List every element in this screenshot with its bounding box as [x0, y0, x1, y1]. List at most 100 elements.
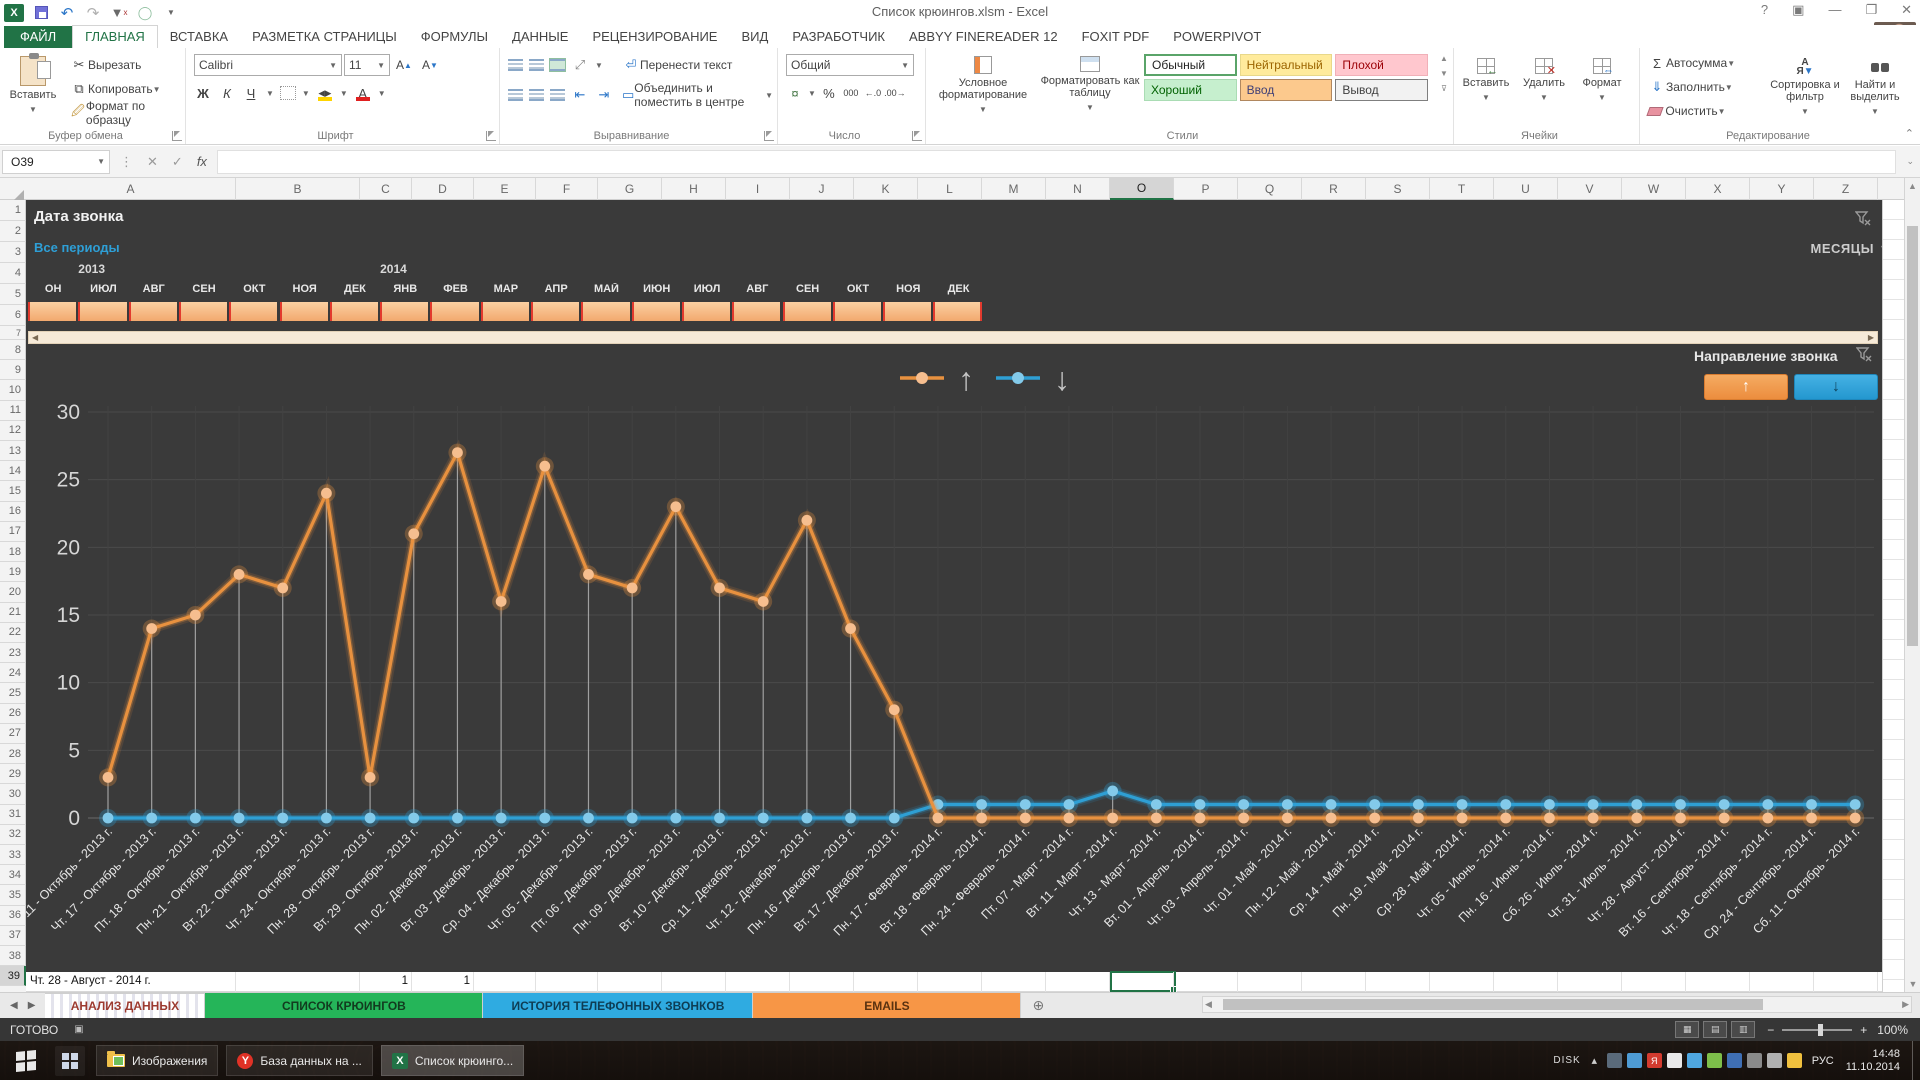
row-header-30[interactable]: 30	[0, 784, 26, 804]
zoom-slider[interactable]	[1782, 1029, 1852, 1031]
page-break-view-icon[interactable]: ▥	[1731, 1021, 1755, 1038]
cell-style-обычный[interactable]: Обычный	[1144, 54, 1237, 76]
row-header-34[interactable]: 34	[0, 865, 26, 885]
timeline-month-selected-bar[interactable]	[481, 302, 529, 321]
autosum-button[interactable]: ΣАвтосумма ▼	[1644, 52, 1739, 74]
grow-font-button[interactable]: А▲	[392, 54, 416, 76]
selected-cell-o39[interactable]	[1110, 971, 1176, 992]
row-header-29[interactable]: 29	[0, 764, 26, 784]
gallery-more-icon[interactable]: ⊽	[1441, 84, 1447, 93]
timeline-month-selected-bar[interactable]	[380, 302, 428, 321]
tray-yandex-icon[interactable]: Я	[1647, 1053, 1662, 1068]
timeline-scroll-right-icon[interactable]: ▶	[1868, 333, 1874, 342]
column-header-i[interactable]: I	[726, 178, 790, 200]
close-icon[interactable]: ✕	[1901, 2, 1912, 18]
timeline-month-selected-bar[interactable]	[531, 302, 579, 321]
row-header-28[interactable]: 28	[0, 744, 26, 764]
row-header-4[interactable]: 4	[0, 263, 26, 284]
row-header-19[interactable]: 19	[0, 562, 26, 582]
tray-orange-icon[interactable]	[1787, 1053, 1802, 1068]
column-header-w[interactable]: W	[1622, 178, 1686, 200]
format-as-table-button[interactable]: Форматировать как таблицу▼	[1040, 50, 1140, 114]
tray-browser-icon[interactable]	[1687, 1053, 1702, 1068]
ribbon-tab-разметка-страницы[interactable]: РАЗМЕТКА СТРАНИЦЫ	[240, 26, 409, 48]
row-header-8[interactable]: 8	[0, 340, 26, 360]
new-sheet-icon[interactable]: ⊕	[1021, 993, 1055, 1018]
tray-flag-icon[interactable]	[1727, 1053, 1742, 1068]
comma-style-button[interactable]: 000	[842, 84, 860, 102]
vertical-scroll-thumb[interactable]	[1907, 226, 1918, 646]
page-layout-view-icon[interactable]: ▤	[1703, 1021, 1727, 1038]
column-header-r[interactable]: R	[1302, 178, 1366, 200]
clipboard-dialog-launcher[interactable]	[172, 131, 182, 141]
row-header-25[interactable]: 25	[0, 683, 26, 703]
ribbon-tab-вид[interactable]: ВИД	[729, 26, 780, 48]
row-header-31[interactable]: 31	[0, 805, 26, 825]
confirm-entry-icon[interactable]: ✓	[172, 154, 183, 170]
column-header-g[interactable]: G	[598, 178, 662, 200]
column-header-l[interactable]: L	[918, 178, 982, 200]
timeline-month-selected-bar[interactable]	[430, 302, 478, 321]
cell-style-плохой[interactable]: Плохой	[1335, 54, 1428, 76]
row-header-11[interactable]: 11	[0, 401, 26, 421]
column-header-f[interactable]: F	[536, 178, 598, 200]
align-center-icon[interactable]	[529, 89, 544, 101]
macro-record-icon[interactable]: ▣	[74, 1024, 83, 1035]
timeline-clear-filter-icon[interactable]	[1855, 210, 1871, 229]
ribbon-tab-файл[interactable]: ФАЙЛ	[4, 26, 72, 48]
scroll-down-icon[interactable]: ▼	[1905, 976, 1920, 992]
row-header-22[interactable]: 22	[0, 623, 26, 643]
paste-button[interactable]: Вставить▼	[4, 50, 62, 116]
row-header-13[interactable]: 13	[0, 441, 26, 461]
delete-cells-button[interactable]: ✕ Удалить▼	[1516, 52, 1572, 104]
font-size-select[interactable]: 11▼	[344, 54, 390, 76]
taskbar-tiles-icon[interactable]	[55, 1046, 85, 1076]
row-header-37[interactable]: 37	[0, 926, 26, 946]
row-header-1[interactable]: 1	[0, 200, 26, 221]
sheet-tab-анализ-данных[interactable]: АНАЛИЗ ДАННЫХ	[45, 993, 205, 1018]
excel-logo-icon[interactable]: X	[4, 4, 24, 22]
column-header-a[interactable]: A	[26, 178, 236, 200]
find-select-button[interactable]: Найти и выделить▼	[1844, 52, 1906, 118]
undo-icon[interactable]: ↶	[58, 4, 76, 22]
sheet-tab-список-крюингов[interactable]: СПИСОК КРЮИНГОВ	[205, 993, 483, 1018]
cell-a39[interactable]: Чт. 28 - Август - 2014 г.	[30, 975, 151, 987]
number-format-select[interactable]: Общий▼	[786, 54, 914, 76]
number-dialog-launcher[interactable]	[912, 131, 922, 141]
clear-filter-icon[interactable]: ▼x	[110, 4, 128, 22]
column-header-t[interactable]: T	[1430, 178, 1494, 200]
borders-arrow-icon[interactable]: ▼	[302, 89, 310, 98]
ribbon-tab-рецензирование[interactable]: РЕЦЕНЗИРОВАНИЕ	[580, 26, 729, 48]
timeline-granularity-label[interactable]: МЕСЯЦЫ	[1811, 241, 1874, 256]
start-button[interactable]	[0, 1041, 52, 1080]
column-header-y[interactable]: Y	[1750, 178, 1814, 200]
fill-arrow-icon[interactable]: ▼	[340, 89, 348, 98]
cell-style-хороший[interactable]: Хороший	[1144, 79, 1237, 101]
cell-style-вывод[interactable]: Вывод	[1335, 79, 1428, 101]
ribbon-tab-foxit-pdf[interactable]: Foxit PDF	[1070, 26, 1162, 48]
underline-button[interactable]: Ч	[242, 84, 260, 102]
timeline-scroll-left-icon[interactable]: ◀	[32, 333, 38, 342]
tray-volume-icon[interactable]	[1747, 1053, 1762, 1068]
timeline-month-selected-bar[interactable]	[732, 302, 780, 321]
tray-display-icon[interactable]	[1607, 1053, 1622, 1068]
hscroll-right-icon[interactable]: ▶	[1902, 999, 1909, 1010]
row-header-18[interactable]: 18	[0, 542, 26, 562]
font-color-arrow-icon[interactable]: ▼	[378, 89, 386, 98]
fill-button[interactable]: ⇓Заполнить ▼	[1644, 76, 1737, 98]
row-header-33[interactable]: 33	[0, 845, 26, 865]
show-desktop-button[interactable]	[1912, 1041, 1920, 1080]
font-name-select[interactable]: Calibri▼	[194, 54, 342, 76]
normal-view-icon[interactable]: ▦	[1675, 1021, 1699, 1038]
row-header-16[interactable]: 16	[0, 502, 26, 522]
ribbon-options-icon[interactable]: ▣	[1792, 2, 1804, 18]
gallery-down-icon[interactable]: ▼	[1440, 69, 1448, 78]
accounting-format-icon[interactable]: ¤	[786, 84, 804, 102]
ribbon-tab-данные[interactable]: ДАННЫЕ	[500, 26, 580, 48]
clock[interactable]: 14:48 11.10.2014	[1846, 1048, 1900, 1074]
align-right-icon[interactable]	[550, 89, 565, 101]
scroll-up-icon[interactable]: ▲	[1905, 178, 1920, 194]
ribbon-tab-вставка[interactable]: ВСТАВКА	[158, 26, 240, 48]
row-header-14[interactable]: 14	[0, 461, 26, 481]
tray-network-icon[interactable]	[1767, 1053, 1782, 1068]
